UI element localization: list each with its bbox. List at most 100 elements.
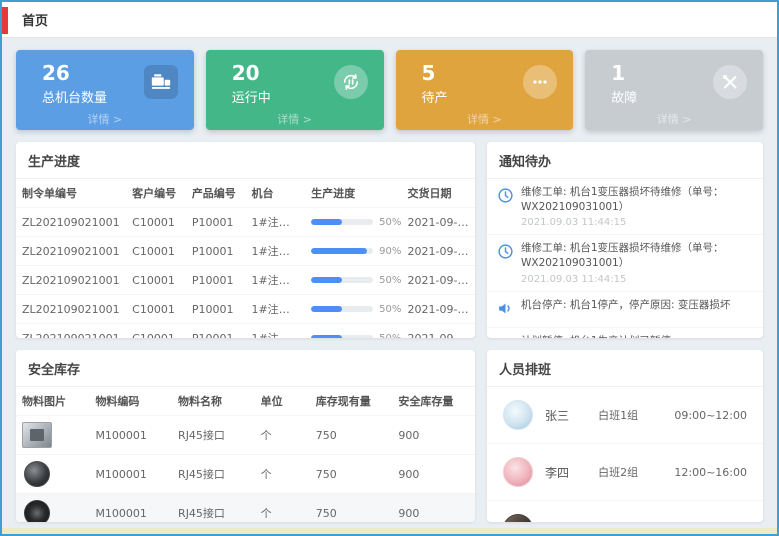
cell-product: P10001	[186, 208, 246, 237]
notification-body: 维修工单: 机台1变压器损坏待维修（单号：WX202109031001） 202…	[521, 241, 753, 284]
stat-card-fault[interactable]: 1 故障 详情 >	[585, 50, 763, 130]
col-material-code: 物料编码	[89, 387, 172, 416]
detail-link[interactable]: 详情 >	[206, 111, 384, 127]
detail-link[interactable]: 详情 >	[16, 111, 194, 127]
notification-time: 2021.09.03 11:44:15	[521, 217, 753, 228]
cell-machine: 1#注塑机	[245, 295, 305, 324]
panel-title: 安全库存	[16, 350, 475, 387]
stat-card-total-machines[interactable]: 26 总机台数量 详情 >	[16, 50, 194, 130]
round-connector-photo	[24, 461, 50, 487]
cell-safety-qty: 900	[392, 416, 475, 455]
inventory-row: M100001 RJ45接口 个 750 900	[16, 455, 475, 494]
progress-bar	[311, 219, 373, 225]
progress-bar	[311, 248, 373, 254]
detail-link[interactable]: 详情 >	[585, 111, 763, 127]
panel-title: 人员排班	[487, 350, 763, 387]
shift-label: 白班1组	[598, 407, 662, 423]
panel-title: 生产进度	[16, 142, 475, 179]
cell-customer: C10001	[126, 208, 186, 237]
cell-product: P10001	[186, 237, 246, 266]
shift-label: 白班2组	[598, 464, 662, 480]
clock-icon	[497, 185, 521, 228]
col-stock-qty: 库存现有量	[310, 387, 393, 416]
progress-label: 50%	[379, 304, 401, 315]
cell-order-no: ZL202109021001	[16, 324, 126, 339]
notification-item[interactable]: 维修工单: 机台1变压器损坏待维修（单号：WX202109031001） 202…	[487, 235, 763, 291]
cell-progress: 90%	[305, 237, 401, 266]
notification-text: 机台停产: 机台1停产，停产原因: 变压器损坏	[521, 298, 753, 313]
notification-time: 2021.09.03 11:44:15	[521, 274, 753, 285]
cell-customer: C10001	[126, 237, 186, 266]
cell-product: P10001	[186, 295, 246, 324]
cell-safety-qty: 900	[392, 455, 475, 494]
cell-material-name: RJ45接口	[172, 494, 255, 523]
notification-body: 维修工单: 机台1变压器损坏待维修（单号：WX202109031001） 202…	[521, 185, 753, 228]
cell-stock-qty: 750	[310, 494, 393, 523]
production-row: ZL202109021001 C10001 P10001 1#注塑机 90% 2…	[16, 237, 475, 266]
page-title: 首页	[22, 10, 48, 29]
cell-material-code: M100001	[89, 455, 172, 494]
cell-material-name: RJ45接口	[172, 416, 255, 455]
clock-icon	[497, 241, 521, 284]
cell-date: 2021-09-10	[402, 208, 476, 237]
employee-name: 王五	[545, 521, 586, 523]
cell-stock-qty: 750	[310, 455, 393, 494]
cell-progress: 50%	[305, 208, 401, 237]
dashboard-window: 首页 26 总机台数量 详情 > 20 运行中 详情 > 5	[0, 0, 779, 536]
shift-time: 09:00~12:00	[674, 409, 747, 422]
cell-date: 2021-09-10	[402, 295, 476, 324]
notification-body: 机台停产: 机台1停产，停产原因: 变压器损坏	[521, 298, 753, 321]
progress-bar	[311, 335, 373, 338]
cell-material-name: RJ45接口	[172, 455, 255, 494]
production-row: ZL202109021001 C10001 P10001 1#注塑机 50% 2…	[16, 208, 475, 237]
notification-text: 计划暂停: 机台1生产计划已暂停	[521, 334, 753, 338]
col-safety-qty: 安全库存量	[392, 387, 475, 416]
notification-item[interactable]: 计划暂停: 机台1生产计划已暂停 2021.09.03 11:44:15	[487, 328, 763, 338]
notification-item[interactable]: 机台停产: 机台1停产，停产原因: 变压器损坏	[487, 292, 763, 328]
avatar	[503, 514, 533, 522]
cell-machine: 1#注塑机	[245, 324, 305, 339]
cell-material-image	[16, 416, 89, 455]
cell-order-no: ZL202109021001	[16, 237, 126, 266]
cell-stock-qty: 750	[310, 416, 393, 455]
col-progress: 生产进度	[305, 179, 401, 208]
notification-item[interactable]: 维修工单: 机台1变压器损坏待维修（单号：WX202109031001） 202…	[487, 179, 763, 235]
panels-row-2: 安全库存 物料图片 物料编码 物料名称 单位 库存现有量 安全库存量	[16, 350, 763, 522]
sync-icon	[334, 65, 368, 99]
stat-card-running[interactable]: 20 运行中 详情 >	[206, 50, 384, 130]
col-material-name: 物料名称	[172, 387, 255, 416]
left-accent-bar	[2, 7, 8, 34]
cell-customer: C10001	[126, 266, 186, 295]
notification-text: 维修工单: 机台1变压器损坏待维修（单号：WX202109031001）	[521, 241, 753, 270]
personnel-schedule-panel: 人员排班 张三 白班1组 09:00~12:00 李四 白班2组 12:00~1…	[487, 350, 763, 522]
progress-bar	[311, 277, 373, 283]
production-progress-panel: 生产进度 制令单编号 客户编号 产品编号 机台 生产进度 交货日期	[16, 142, 475, 338]
avatar	[503, 400, 533, 430]
cell-unit: 个	[255, 494, 310, 523]
inventory-row: M100001 RJ45接口 个 750 900	[16, 416, 475, 455]
cell-progress: 50%	[305, 324, 401, 339]
panel-title: 通知待办	[487, 142, 763, 179]
cell-order-no: ZL202109021001	[16, 266, 126, 295]
cell-machine: 1#注塑机	[245, 266, 305, 295]
cell-material-image	[16, 494, 89, 523]
detail-link[interactable]: 详情 >	[396, 111, 574, 127]
stat-card-waiting[interactable]: 5 待产 详情 >	[396, 50, 574, 130]
shift-label: 夜班1组	[598, 521, 662, 522]
inventory-row: M100001 RJ45接口 个 750 900	[16, 494, 475, 523]
col-material-image: 物料图片	[16, 387, 89, 416]
schedule-row: 张三 白班1组 09:00~12:00	[487, 387, 763, 444]
production-row: ZL202109021001 C10001 P10001 1#注塑机 50% 2…	[16, 324, 475, 339]
notification-body: 计划暂停: 机台1生产计划已暂停 2021.09.03 11:44:15	[521, 334, 753, 338]
dashboard-content: 26 总机台数量 详情 > 20 运行中 详情 > 5 待产	[2, 38, 777, 536]
machine-icon	[144, 65, 178, 99]
schedule-row: 王五 夜班1组 18:00~24:00	[487, 501, 763, 522]
cell-unit: 个	[255, 416, 310, 455]
production-header-row: 制令单编号 客户编号 产品编号 机台 生产进度 交货日期	[16, 179, 475, 208]
progress-label: 90%	[379, 246, 401, 257]
col-customer: 客户编号	[126, 179, 186, 208]
col-product: 产品编号	[186, 179, 246, 208]
cell-product: P10001	[186, 266, 246, 295]
cell-date: 2021-09-10	[402, 266, 476, 295]
notification-text: 维修工单: 机台1变压器损坏待维修（单号：WX202109031001）	[521, 185, 753, 214]
